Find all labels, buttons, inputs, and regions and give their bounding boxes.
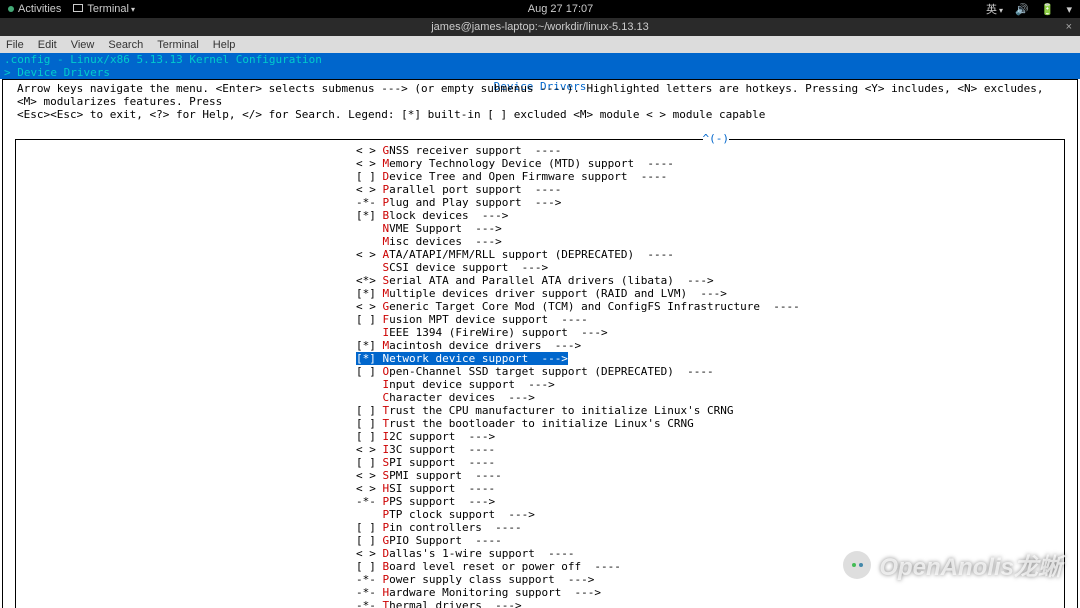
menu-item[interactable]: [ ] Open-Channel SSD target support (DEP… <box>356 365 1064 378</box>
menu-item[interactable]: < > Dallas's 1-wire support ---- <box>356 547 1064 560</box>
menu-item[interactable]: < > Memory Technology Device (MTD) suppo… <box>356 157 1064 170</box>
menu-item[interactable]: [ ] Device Tree and Open Firmware suppor… <box>356 170 1064 183</box>
menu-item[interactable]: -*- Thermal drivers ---> <box>356 599 1064 608</box>
clock[interactable]: Aug 27 17:07 <box>135 3 986 15</box>
menu-list-frame: ^(-) < > GNSS receiver support ----< > M… <box>15 139 1065 608</box>
menu-item[interactable]: [ ] Pin controllers ---- <box>356 521 1064 534</box>
menu-item[interactable]: < > HSI support ---- <box>356 482 1064 495</box>
close-icon[interactable]: × <box>1066 21 1072 33</box>
volume-icon[interactable]: 🔊 <box>1015 3 1029 16</box>
menu-item[interactable]: IEEE 1394 (FireWire) support ---> <box>356 326 1064 339</box>
config-path-line2: > Device Drivers <box>4 66 1076 79</box>
menu-item[interactable]: -*- Plug and Play support ---> <box>356 196 1064 209</box>
menu-item[interactable]: <*> Serial ATA and Parallel ATA drivers … <box>356 274 1064 287</box>
menu-view[interactable]: View <box>71 39 95 51</box>
menu-item[interactable]: PTP clock support ---> <box>356 508 1064 521</box>
menu-help[interactable]: Help <box>213 39 236 51</box>
menu-item[interactable]: [ ] Board level reset or power off ---- <box>356 560 1064 573</box>
menu-item[interactable]: [*] Block devices ---> <box>356 209 1064 222</box>
menu-item[interactable]: < > ATA/ATAPI/MFM/RLL support (DEPRECATE… <box>356 248 1064 261</box>
menu-item[interactable]: -*- Power supply class support ---> <box>356 573 1064 586</box>
menu-item[interactable]: Character devices ---> <box>356 391 1064 404</box>
menu-item[interactable]: [ ] I2C support ---> <box>356 430 1064 443</box>
battery-icon[interactable]: 🔋 <box>1041 3 1055 16</box>
menu-item[interactable]: SCSI device support ---> <box>356 261 1064 274</box>
app-menu-bar: File Edit View Search Terminal Help <box>0 36 1080 53</box>
window-titlebar: james@james-laptop:~/workdir/linux-5.13.… <box>0 18 1080 36</box>
menu-terminal[interactable]: Terminal <box>157 39 199 51</box>
menu-item[interactable]: -*- Hardware Monitoring support ---> <box>356 586 1064 599</box>
menu-item[interactable]: < > Parallel port support ---- <box>356 183 1064 196</box>
config-path-line1: .config - Linux/x86 5.13.13 Kernel Confi… <box>4 53 1076 66</box>
menu-item[interactable]: [ ] SPI support ---- <box>356 456 1064 469</box>
menu-item[interactable]: Misc devices ---> <box>356 235 1064 248</box>
menu-item[interactable]: < > GNSS receiver support ---- <box>356 144 1064 157</box>
scroll-up-indicator: ^(-) <box>703 132 730 145</box>
menu-edit[interactable]: Edit <box>38 39 57 51</box>
menu-item[interactable]: [ ] Trust the CPU manufacturer to initia… <box>356 404 1064 417</box>
config-path-header: .config - Linux/x86 5.13.13 Kernel Confi… <box>0 53 1080 79</box>
input-lang[interactable]: 英▾ <box>986 1 1003 17</box>
system-menu-icon[interactable]: ▾ <box>1066 3 1072 16</box>
menu-item[interactable]: [ ] GPIO Support ---- <box>356 534 1064 547</box>
menu-file[interactable]: File <box>6 39 24 51</box>
menu-item[interactable]: [ ] Trust the bootloader to initialize L… <box>356 417 1064 430</box>
main-frame: Device Drivers Arrow keys navigate the m… <box>2 79 1078 608</box>
menu-items-list[interactable]: < > GNSS receiver support ----< > Memory… <box>16 140 1064 608</box>
menu-item[interactable]: [*] Macintosh device drivers ---> <box>356 339 1064 352</box>
app-menu[interactable]: Terminal▾ <box>73 3 135 15</box>
window-title: james@james-laptop:~/workdir/linux-5.13.… <box>431 21 649 33</box>
menu-item[interactable]: [*] Multiple devices driver support (RAI… <box>356 287 1064 300</box>
menu-item[interactable]: [*] Network device support ---> <box>356 352 568 365</box>
activities-button[interactable]: Activities <box>8 3 61 15</box>
menu-item[interactable]: < > Generic Target Core Mod (TCM) and Co… <box>356 300 1064 313</box>
gnome-top-bar: Activities Terminal▾ Aug 27 17:07 英▾ 🔊 🔋… <box>0 0 1080 18</box>
menu-search[interactable]: Search <box>108 39 143 51</box>
menu-item[interactable]: Input device support ---> <box>356 378 1064 391</box>
menu-item[interactable]: < > I3C support ---- <box>356 443 1064 456</box>
menu-item[interactable]: -*- PPS support ---> <box>356 495 1064 508</box>
terminal-area[interactable]: .config - Linux/x86 5.13.13 Kernel Confi… <box>0 53 1080 608</box>
help-text: Arrow keys navigate the menu. <Enter> se… <box>3 80 1077 125</box>
menu-item[interactable]: NVME Support ---> <box>356 222 1064 235</box>
menu-item[interactable]: [ ] Fusion MPT device support ---- <box>356 313 1064 326</box>
menu-item[interactable]: < > SPMI support ---- <box>356 469 1064 482</box>
